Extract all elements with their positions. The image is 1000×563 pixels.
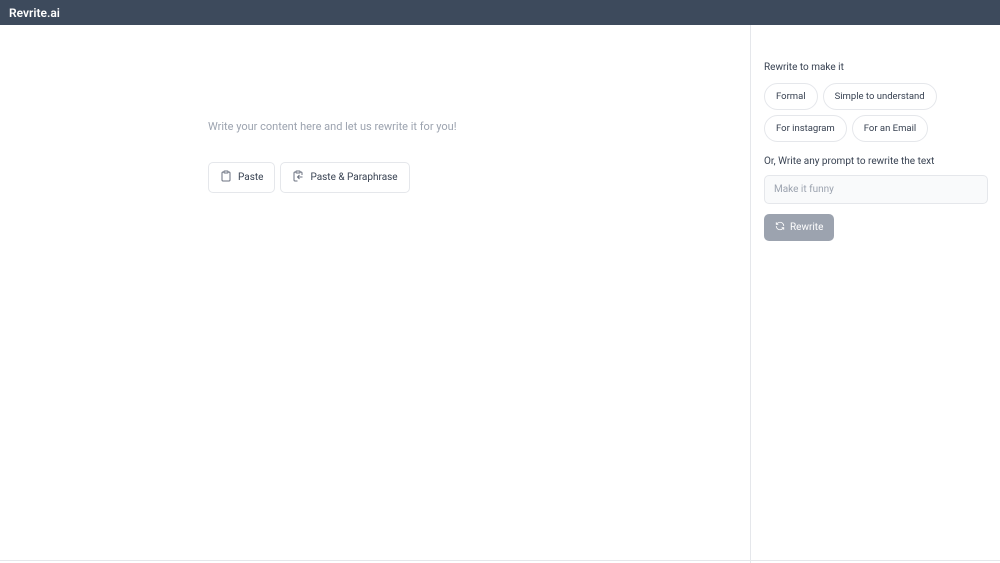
paste-paraphrase-button[interactable]: Paste & Paraphrase: [280, 162, 409, 193]
rewrite-button[interactable]: Rewrite: [764, 214, 834, 241]
editor-panel: Paste Paste & Paraphrase: [0, 25, 751, 563]
header: Revrite.ai: [0, 0, 1000, 25]
paste-button-label: Paste: [238, 172, 263, 183]
paste-paraphrase-button-label: Paste & Paraphrase: [310, 172, 397, 183]
clipboard-paste-icon: [292, 170, 304, 185]
rewrite-section-label: Rewrite to make it: [764, 62, 988, 73]
paste-button[interactable]: Paste: [208, 162, 275, 193]
chip-formal[interactable]: Formal: [764, 83, 818, 110]
content-input[interactable]: [208, 120, 608, 146]
prompt-input[interactable]: [764, 175, 988, 204]
clipboard-icon: [220, 170, 232, 185]
rewrite-button-label: Rewrite: [790, 222, 823, 233]
chip-simple[interactable]: Simple to understand: [823, 83, 937, 110]
sidebar-panel: Rewrite to make it Formal Simple to unde…: [751, 25, 1000, 563]
refresh-icon: [775, 221, 785, 234]
paste-button-group: Paste Paste & Paraphrase: [208, 162, 410, 193]
chip-instagram[interactable]: For instagram: [764, 115, 847, 142]
prompt-section-label: Or, Write any prompt to rewrite the text: [764, 156, 988, 167]
main-container: Paste Paste & Paraphrase Rewrite to make…: [0, 25, 1000, 563]
footer-divider: [0, 560, 1000, 561]
app-title: Revrite.ai: [9, 6, 60, 20]
tone-chips: Formal Simple to understand For instagra…: [764, 83, 988, 142]
chip-email[interactable]: For an Email: [852, 115, 928, 142]
